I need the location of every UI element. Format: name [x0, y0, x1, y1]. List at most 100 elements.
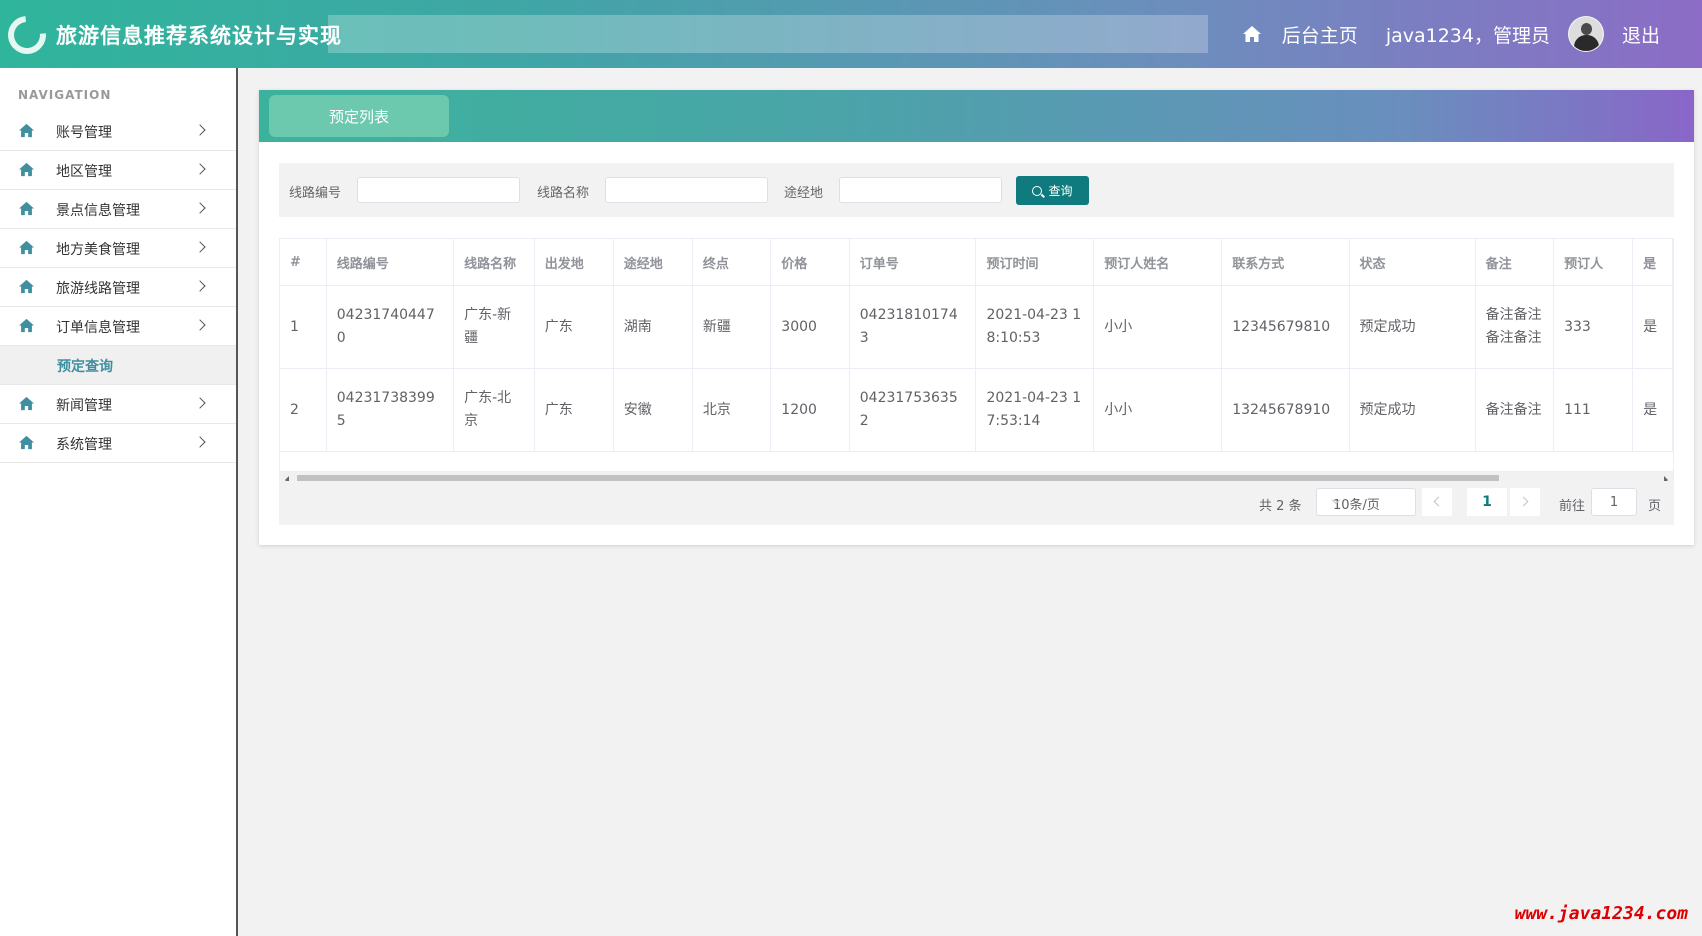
chevron-right-icon — [194, 397, 206, 409]
column-header: 预订人 — [1553, 239, 1634, 286]
home-icon — [18, 435, 35, 450]
table-cell: 小小 — [1093, 285, 1223, 369]
sidebar-item-label: 账号管理 — [56, 125, 112, 141]
chevron-left-icon — [1433, 496, 1444, 507]
table-cell: 预定成功 — [1349, 285, 1476, 369]
chevron-right-icon — [194, 436, 206, 448]
column-header: 订单号 — [849, 239, 977, 286]
next-page-button[interactable] — [1510, 488, 1540, 516]
sidebar-item-news[interactable]: 新闻管理 — [0, 385, 236, 424]
tab-booking-list[interactable]: 预定列表 — [269, 95, 449, 137]
admin-home-link[interactable]: 后台主页 — [1282, 21, 1358, 48]
chevron-right-icon — [194, 124, 206, 136]
column-header: 线路名称 — [453, 239, 535, 286]
column-header: # — [280, 239, 327, 286]
table-cell: 北京 — [692, 368, 772, 452]
table-cell: 湖南 — [613, 285, 693, 369]
via-label: 途经地 — [784, 186, 824, 201]
watermark: www.java1234.com — [1514, 903, 1688, 924]
route-name-input[interactable] — [605, 177, 768, 203]
table-cell: 042317536352 — [849, 368, 977, 452]
column-header: 途经地 — [613, 239, 693, 286]
search-icon — [1032, 185, 1043, 196]
table-row[interactable]: 2 042317383995 广东-北京 广东 安徽 北京 1200 04231… — [280, 368, 1673, 452]
search-bar: 线路编号 线路名称 途经地 查询 — [279, 163, 1674, 217]
pagination-total: 共 2 条 — [1259, 499, 1302, 514]
chevron-right-icon — [194, 163, 206, 175]
goto-page-input[interactable] — [1591, 488, 1637, 516]
sidebar-item-food[interactable]: 地方美食管理 — [0, 229, 236, 268]
column-header: 状态 — [1349, 239, 1476, 286]
home-icon — [18, 201, 35, 216]
table-cell: 2021-04-23 18:10:53 — [975, 285, 1095, 369]
search-button[interactable]: 查询 — [1016, 176, 1089, 205]
current-user: java1234，管理员 — [1385, 24, 1550, 47]
nav-heading: NAVIGATION — [18, 88, 112, 102]
page-size-value: 10条/页 — [1333, 498, 1380, 513]
sidebar: NAVIGATION 账号管理 地区管理 景点信息管理 地方美食管理 旅游线路管… — [0, 68, 238, 936]
sidebar-item-orders[interactable]: 订单信息管理 — [0, 307, 236, 346]
sidebar-item-label: 系统管理 — [56, 437, 112, 453]
table-cell: 是 — [1632, 368, 1673, 452]
table-cell: 备注备注 — [1475, 368, 1555, 452]
chevron-right-icon — [194, 241, 206, 253]
home-icon — [18, 162, 35, 177]
column-header: 价格 — [770, 239, 850, 286]
table-cell: 安徽 — [613, 368, 693, 452]
avatar[interactable] — [1567, 16, 1604, 52]
route-no-input[interactable] — [357, 177, 520, 203]
logo-icon — [0, 8, 54, 62]
home-icon[interactable] — [1242, 24, 1262, 44]
chevron-right-icon — [194, 280, 206, 292]
sidebar-item-label: 订单信息管理 — [56, 320, 140, 336]
column-header: 出发地 — [534, 239, 614, 286]
nav-list: 账号管理 地区管理 景点信息管理 地方美食管理 旅游线路管理 订单信息管理 预定… — [0, 112, 236, 463]
table-cell: 是 — [1632, 285, 1673, 369]
table-row[interactable]: 1 042317404470 广东-新疆 广东 湖南 新疆 3000 04231… — [280, 285, 1673, 369]
table-cell: 广东-北京 — [453, 368, 535, 452]
table-cell: 333 — [1553, 285, 1634, 369]
table-cell: 3000 — [770, 285, 850, 369]
home-icon — [18, 396, 35, 411]
table-cell: 预定成功 — [1349, 368, 1476, 452]
table-cell: 广东 — [534, 368, 614, 452]
table-cell: 新疆 — [692, 285, 772, 369]
table-cell: 042317383995 — [326, 368, 455, 452]
title-highlight-bar — [328, 15, 1208, 53]
panel-header: 预定列表 — [259, 90, 1694, 142]
header-actions: 后台主页 java1234，管理员 退出 — [1242, 0, 1660, 68]
sidebar-item-account[interactable]: 账号管理 — [0, 112, 236, 151]
home-icon — [18, 123, 35, 138]
table-cell: 广东 — [534, 285, 614, 369]
table-cell: 广东-新疆 — [453, 285, 535, 369]
via-input[interactable] — [839, 177, 1002, 203]
sidebar-item-system[interactable]: 系统管理 — [0, 424, 236, 463]
table-cell: 13245678910 — [1221, 368, 1350, 452]
pagination: 共 2 条 10条/页 1 前往 页 — [279, 481, 1674, 525]
sidebar-item-label: 新闻管理 — [56, 398, 112, 414]
page-size-select[interactable]: 10条/页 — [1316, 488, 1416, 516]
table-cell: 1200 — [770, 368, 850, 452]
sidebar-item-routes[interactable]: 旅游线路管理 — [0, 268, 236, 307]
sidebar-item-scenic[interactable]: 景点信息管理 — [0, 190, 236, 229]
sidebar-subitem-label: 预定查询 — [57, 359, 113, 375]
column-header: 预订人姓名 — [1093, 239, 1223, 286]
table-cell: 备注备注备注备注 — [1475, 285, 1555, 369]
page-suffix: 页 — [1648, 499, 1662, 514]
sidebar-item-label: 旅游线路管理 — [56, 281, 140, 297]
page-number-current[interactable]: 1 — [1467, 488, 1507, 516]
chevron-right-icon — [194, 202, 206, 214]
logout-link[interactable]: 退出 — [1622, 21, 1660, 48]
table-header-row: # 线路编号 线路名称 出发地 途经地 终点 价格 订单号 预订时间 预订人姓名… — [280, 239, 1673, 286]
table-cell: 12345679810 — [1221, 285, 1350, 369]
table-cell: 111 — [1553, 368, 1634, 452]
app-title: 旅游信息推荐系统设计与实现 — [56, 24, 342, 48]
sidebar-item-region[interactable]: 地区管理 — [0, 151, 236, 190]
column-header: 终点 — [692, 239, 772, 286]
prev-page-button[interactable] — [1422, 488, 1452, 516]
home-icon — [18, 240, 35, 255]
search-button-label: 查询 — [1048, 184, 1073, 198]
table-cell: 小小 — [1093, 368, 1223, 452]
sidebar-subitem-booking-query[interactable]: 预定查询 — [0, 346, 236, 385]
column-header: 线路编号 — [326, 239, 455, 286]
